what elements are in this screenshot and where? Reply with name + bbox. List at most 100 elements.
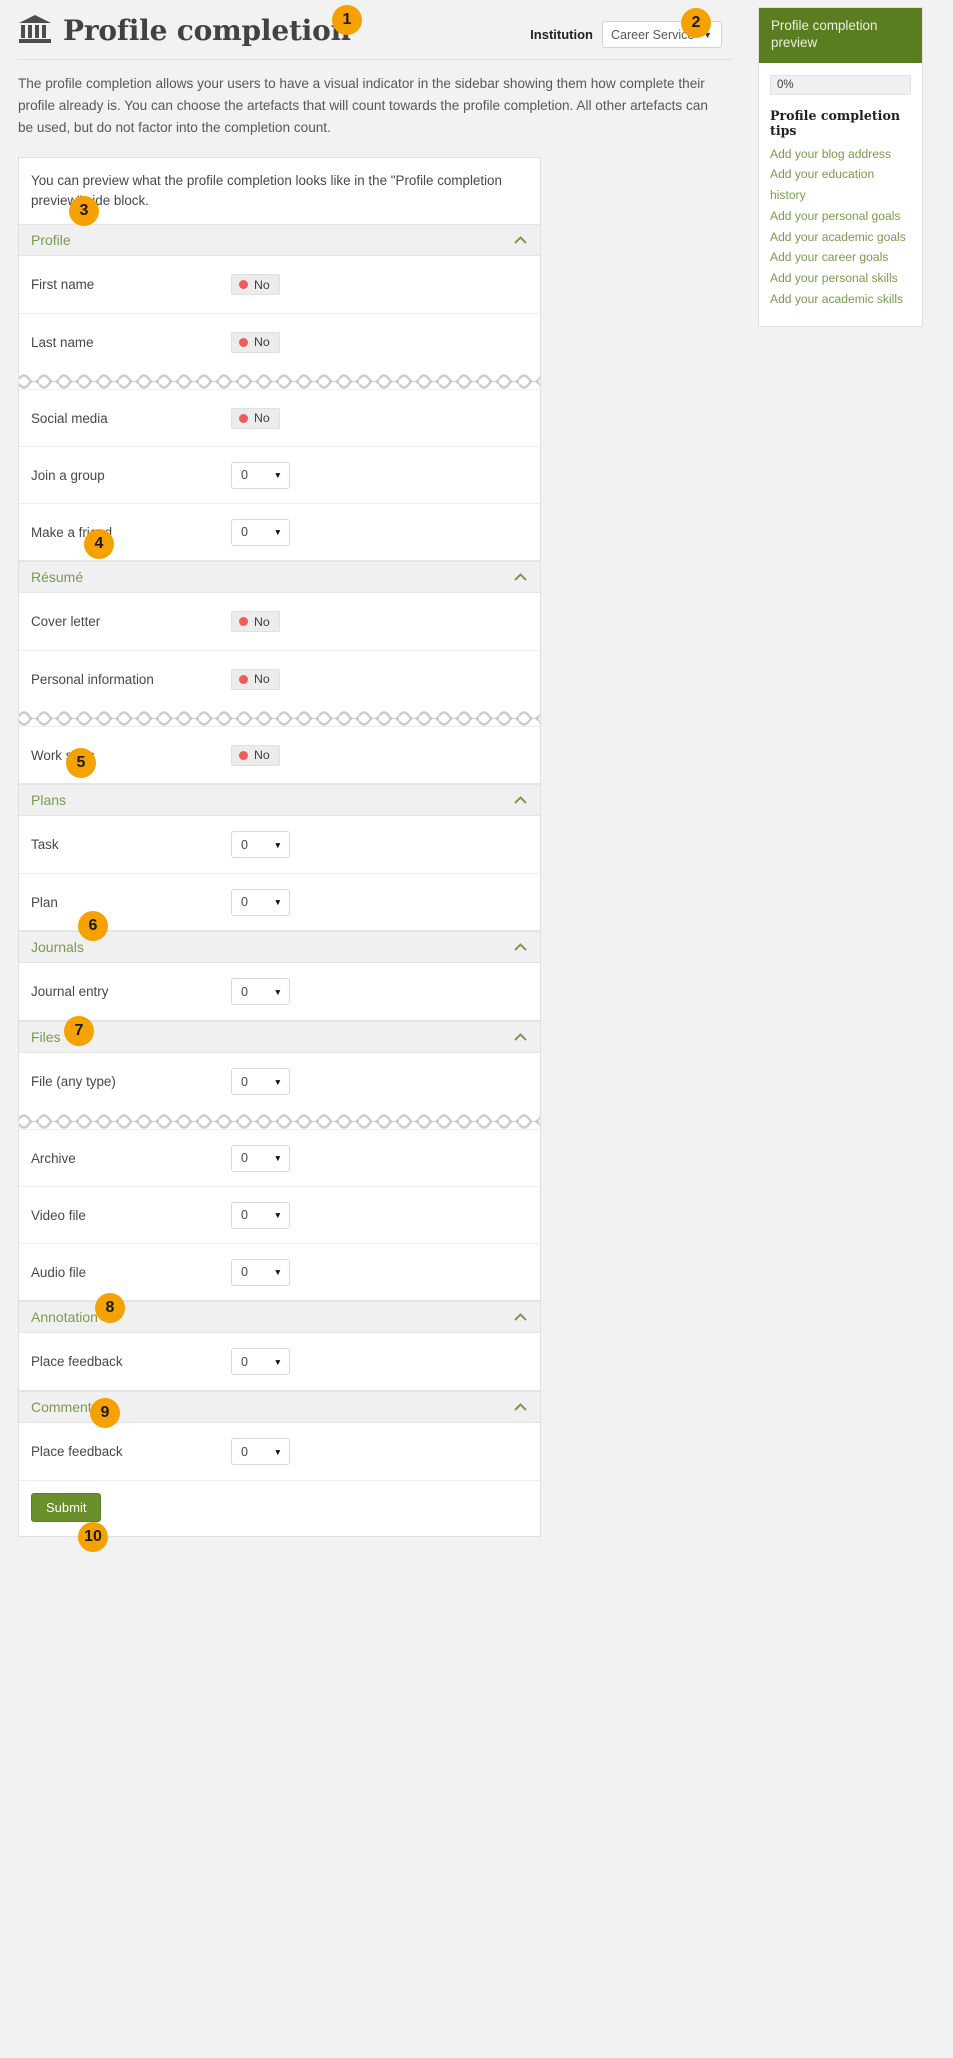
row-label: Task	[31, 837, 59, 853]
chevron-up-icon[interactable]	[514, 1401, 527, 1413]
callout-badge-4: 4	[84, 529, 114, 559]
section-title: Journals	[31, 939, 84, 956]
yes-no-toggle[interactable]: No	[231, 407, 280, 429]
chevron-up-icon[interactable]	[514, 571, 527, 583]
chevron-up-icon[interactable]	[514, 1031, 527, 1043]
row-label: First name	[31, 277, 95, 293]
profile-completion-tip-link[interactable]: Add your education history	[770, 164, 911, 206]
count-select[interactable]: 0 ▼	[231, 888, 290, 916]
institution-label: Institution	[530, 27, 593, 42]
yes-no-toggle[interactable]: No	[231, 668, 280, 690]
section-title: Annotation	[31, 1309, 98, 1326]
count-select[interactable]: 0 ▼	[231, 1258, 290, 1286]
profile-completion-tip-link[interactable]: Add your academic skills	[770, 289, 911, 310]
chevron-up-icon[interactable]	[514, 794, 527, 806]
row-label: Video file	[31, 1207, 86, 1223]
yes-no-toggle[interactable]: No	[231, 331, 280, 353]
chevron-down-icon: ▼	[273, 470, 282, 481]
status-dot-icon	[239, 413, 248, 423]
count-select[interactable]: 0 ▼	[231, 1068, 290, 1096]
section-title: Profile	[31, 232, 71, 249]
yes-no-toggle[interactable]: No	[231, 274, 280, 296]
form-row: Place feedback 0 ▼	[19, 1333, 540, 1390]
count-select[interactable]: 0 ▼	[231, 1144, 290, 1172]
profile-completion-tip-link[interactable]: Add your personal goals	[770, 206, 911, 227]
row-label: Cover letter	[31, 614, 101, 630]
section-title: Files	[31, 1029, 61, 1046]
sidebar-block-title: Profile completion preview	[759, 8, 922, 63]
count-select[interactable]: 0 ▼	[231, 1438, 290, 1466]
section-header-plans[interactable]: Plans	[19, 784, 540, 817]
count-select-value: 0	[241, 1354, 248, 1369]
section-rows: Place feedback 0 ▼	[19, 1333, 540, 1390]
count-select[interactable]: 0 ▼	[231, 978, 290, 1006]
form-section: Résumé Cover letter No Personal information…	[19, 560, 540, 783]
count-select[interactable]: 0 ▼	[231, 518, 290, 546]
yes-no-toggle[interactable]: No	[231, 611, 280, 633]
status-dot-icon	[239, 750, 248, 760]
form-row: Last name No	[19, 313, 540, 370]
section-rows: Journal entry 0 ▼	[19, 963, 540, 1020]
row-label: Personal information	[31, 671, 154, 687]
page-header: Profile completion Institution Career Se…	[0, 0, 740, 48]
count-select-value: 0	[241, 1265, 248, 1280]
form-section: Journals Journal entry 0 ▼	[19, 930, 540, 1020]
section-rows: First name No Last name No Social media No Joi…	[19, 256, 540, 560]
chevron-up-icon[interactable]	[514, 941, 527, 953]
count-select[interactable]: 0 ▼	[231, 461, 290, 489]
section-header-profile[interactable]: Profile	[19, 224, 540, 257]
chevron-up-icon[interactable]	[514, 1311, 527, 1323]
status-dot-icon	[239, 337, 248, 347]
profile-completion-form-card: You can preview what the profile complet…	[18, 157, 541, 1538]
toggle-value: No	[254, 672, 270, 687]
row-label: Work skills	[31, 747, 95, 763]
profile-completion-preview-block: Profile completion preview 0% Profile co…	[758, 7, 923, 327]
count-select[interactable]: 0 ▼	[231, 1348, 290, 1376]
submit-button[interactable]: Submit	[31, 1493, 102, 1523]
row-label: Make a friend	[31, 524, 113, 540]
section-header-files[interactable]: Files	[19, 1021, 540, 1054]
row-label: Place feedback	[31, 1354, 123, 1370]
chevron-down-icon: ▼	[273, 839, 282, 850]
form-sections: Profile First name No Last name No Social med…	[19, 224, 540, 1480]
form-row: First name No	[19, 256, 540, 313]
count-select[interactable]: 0 ▼	[231, 831, 290, 859]
row-label: Social media	[31, 410, 108, 426]
callout-badge-8: 8	[95, 1293, 125, 1323]
profile-completion-tip-link[interactable]: Add your blog address	[770, 144, 911, 165]
status-dot-icon	[239, 674, 248, 684]
chevron-down-icon: ▼	[273, 1076, 282, 1087]
row-label: File (any type)	[31, 1074, 116, 1090]
section-title: Plans	[31, 792, 67, 809]
tips-heading: Profile completion tips	[770, 107, 900, 138]
chevron-down-icon: ▼	[273, 1356, 282, 1367]
callout-badge-2: 2	[681, 8, 711, 38]
count-select[interactable]: 0 ▼	[231, 1201, 290, 1229]
progress-bar: 0%	[770, 74, 911, 95]
form-row: Task 0 ▼	[19, 816, 540, 873]
section-title: Comment	[31, 1399, 92, 1416]
count-select-value: 0	[241, 1151, 248, 1166]
section-header-r-sum-[interactable]: Résumé	[19, 561, 540, 594]
section-rows: Place feedback 0 ▼	[19, 1423, 540, 1480]
profile-completion-tip-link[interactable]: Add your personal skills	[770, 268, 911, 289]
section-title: Résumé	[31, 569, 84, 586]
count-select-value: 0	[241, 525, 248, 540]
toggle-value: No	[254, 277, 270, 292]
yes-no-toggle[interactable]: No	[231, 744, 280, 766]
chevron-up-icon[interactable]	[514, 234, 527, 246]
progress-value: 0%	[777, 78, 794, 91]
row-label: Journal entry	[31, 984, 109, 1000]
count-select-value: 0	[241, 1208, 248, 1223]
form-row: Archive 0 ▼	[19, 1129, 540, 1186]
form-section: Files File (any type) 0 ▼ Archive 0 ▼ Video fil…	[19, 1020, 540, 1300]
count-select-value: 0	[241, 1074, 248, 1089]
callout-badge-1: 1	[332, 5, 362, 35]
section-rows: Cover letter No Personal information No Work…	[19, 593, 540, 783]
profile-completion-tip-link[interactable]: Add your academic goals	[770, 227, 911, 248]
page-title: Profile completion	[63, 13, 351, 47]
header-divider	[18, 59, 733, 60]
page-description: The profile completion allows your users…	[18, 76, 708, 136]
profile-completion-tip-link[interactable]: Add your career goals	[770, 247, 911, 268]
truncated-content-separator	[19, 370, 540, 390]
